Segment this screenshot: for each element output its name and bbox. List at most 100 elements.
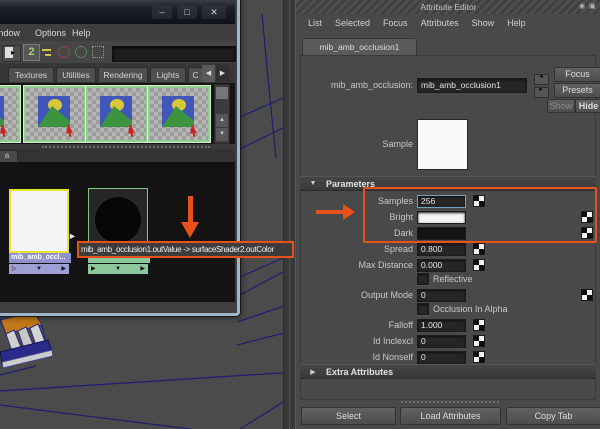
tab-mib-amb-occlusion1[interactable]: mib_amb_occlusion1 bbox=[302, 38, 417, 56]
menu-help[interactable]: Help bbox=[72, 28, 91, 38]
max-distance-map-icon[interactable] bbox=[473, 259, 485, 271]
scrollbar-thumb[interactable] bbox=[216, 87, 228, 99]
connection-arrow-icon[interactable]: ► bbox=[68, 231, 77, 241]
reflective-label: Reflective bbox=[433, 274, 473, 284]
texture-swatch[interactable] bbox=[0, 85, 21, 143]
tab-scroll-right-icon[interactable]: ▶ bbox=[216, 65, 229, 82]
menu-help[interactable]: Help bbox=[507, 18, 526, 28]
tab-lights[interactable]: Lights bbox=[150, 67, 186, 82]
param-row-max-distance: Max Distance bbox=[296, 258, 596, 272]
spread-input[interactable] bbox=[417, 242, 466, 256]
node-io-bar[interactable]: ▷ ▼ ▶ bbox=[9, 264, 69, 274]
dash-icon[interactable] bbox=[42, 49, 51, 51]
texture-swatch[interactable] bbox=[147, 85, 211, 143]
node-expand-icon[interactable]: ▼ bbox=[115, 264, 121, 274]
hypershade-titlebar[interactable] bbox=[0, 0, 235, 24]
annotation-highlight-rect bbox=[363, 187, 597, 243]
node-expand-icon[interactable]: ▼ bbox=[36, 264, 42, 274]
panel-menu-icon[interactable]: ◉ bbox=[579, 2, 585, 10]
node-output-icon[interactable]: ▶ bbox=[140, 264, 145, 274]
maya-application: – □ ✕ Window Options Help ▸ 2 Textures U… bbox=[0, 0, 600, 429]
id-nonself-map-icon[interactable] bbox=[473, 351, 485, 363]
occlusion-in-alpha-label: Occlusion In Alpha bbox=[433, 304, 508, 314]
attribute-editor-titlebar[interactable]: Attribute Editor bbox=[296, 0, 600, 14]
collapse-icon: ▼ bbox=[309, 180, 317, 187]
panel-detach-icon[interactable]: ▣ bbox=[589, 2, 596, 10]
param-row-output-mode: Output Mode bbox=[296, 288, 596, 302]
tab-scroll-left-icon[interactable]: ◀ bbox=[202, 65, 215, 82]
copy-tab-button[interactable]: Copy Tab bbox=[506, 407, 600, 425]
menu-options[interactable]: Options bbox=[35, 28, 66, 38]
menu-selected[interactable]: Selected bbox=[335, 18, 370, 28]
red-dotted-circle-icon[interactable] bbox=[57, 45, 71, 59]
param-row-id-nonself: Id Nonself bbox=[296, 350, 596, 364]
param-row-falloff: Falloff bbox=[296, 318, 596, 332]
tab-textures[interactable]: Textures bbox=[8, 67, 54, 82]
node-io-bar[interactable]: ▶ ▼ ▶ bbox=[88, 264, 148, 274]
param-row-id-inclexcl: Id Inclexcl bbox=[296, 334, 596, 348]
expand-icon: ▶ bbox=[310, 368, 316, 376]
input-connection-icon[interactable]: ◄ bbox=[534, 74, 549, 85]
green-dotted-circle-icon[interactable] bbox=[74, 45, 88, 59]
tab-cut-off[interactable]: C bbox=[188, 67, 203, 82]
menu-attributes[interactable]: Attributes bbox=[421, 18, 459, 28]
focus-button[interactable]: Focus bbox=[554, 67, 600, 82]
node-type-label: mib_amb_occlusion: bbox=[330, 80, 413, 90]
dash-icon-small bbox=[45, 54, 51, 56]
node-input-icon[interactable]: ▷ bbox=[12, 264, 17, 274]
id-inclexcl-map-icon[interactable] bbox=[473, 335, 485, 347]
show-button[interactable]: Show bbox=[547, 99, 575, 113]
menu-focus[interactable]: Focus bbox=[383, 18, 408, 28]
attribute-editor-menubar: List Selected Focus Attributes Show Help bbox=[296, 14, 600, 31]
scroll-up-icon[interactable]: ▲ bbox=[216, 114, 228, 127]
spread-map-icon[interactable] bbox=[473, 243, 485, 255]
output-mode-input[interactable] bbox=[417, 288, 466, 302]
node-input-icon[interactable]: ▶ bbox=[91, 264, 96, 274]
menu-list[interactable]: List bbox=[308, 18, 322, 28]
presets-button[interactable]: Presets bbox=[554, 83, 600, 98]
node-title-bar[interactable]: mib_amb_occl... bbox=[9, 253, 71, 263]
footer-resize-handle[interactable] bbox=[401, 401, 499, 403]
work-area-tabstrip bbox=[0, 149, 235, 162]
texture-swatch[interactable] bbox=[23, 85, 87, 143]
occlusion-in-alpha-checkbox[interactable] bbox=[417, 303, 429, 315]
menu-window[interactable]: Window bbox=[0, 28, 20, 38]
node-output-icon[interactable]: ▶ bbox=[61, 264, 66, 274]
scroll-down-icon[interactable]: ▼ bbox=[216, 128, 228, 141]
max-distance-input[interactable] bbox=[417, 258, 466, 272]
output-connection-icon[interactable]: ► bbox=[534, 87, 549, 98]
maximize-button[interactable]: □ bbox=[177, 6, 197, 19]
tab-rendering[interactable]: Rendering bbox=[98, 67, 148, 82]
menu-show[interactable]: Show bbox=[472, 18, 495, 28]
connection-status-tooltip: mib_amb_occlusion1.outValue -> surfaceSh… bbox=[77, 241, 294, 258]
id-nonself-input[interactable] bbox=[417, 350, 466, 364]
param-row-spread: Spread bbox=[296, 242, 596, 256]
load-attributes-button[interactable]: Load Attributes bbox=[400, 407, 501, 425]
select-button[interactable]: Select bbox=[301, 407, 396, 425]
falloff-map-icon[interactable] bbox=[473, 319, 485, 331]
tab-utilities[interactable]: Utilities bbox=[56, 67, 96, 82]
occlusion-sphere bbox=[95, 197, 141, 243]
bench-object bbox=[0, 311, 54, 369]
hide-button[interactable]: Hide bbox=[575, 99, 600, 113]
output-mode-map-icon[interactable] bbox=[581, 289, 593, 301]
reflective-checkbox[interactable] bbox=[417, 273, 429, 285]
pane-arrow-icon[interactable]: ▸ bbox=[2, 45, 21, 62]
two-pane-icon[interactable]: 2 bbox=[23, 44, 40, 61]
falloff-input[interactable] bbox=[417, 318, 466, 332]
annotation-arrow-right bbox=[316, 210, 343, 214]
node-name-row: mib_amb_occlusion: bbox=[296, 77, 596, 93]
gray-dotted-square-icon[interactable] bbox=[91, 45, 105, 59]
extra-attributes-section-header[interactable]: ▶ Extra Attributes bbox=[300, 364, 596, 379]
hypershade-filter-input[interactable] bbox=[112, 46, 236, 62]
annotation-arrow-down bbox=[188, 196, 193, 223]
texture-swatch[interactable] bbox=[85, 85, 149, 143]
node-name-input[interactable] bbox=[417, 77, 527, 93]
close-button[interactable]: ✕ bbox=[202, 6, 226, 19]
sample-swatch bbox=[417, 119, 468, 170]
id-inclexcl-input[interactable] bbox=[417, 334, 466, 348]
surface-shader-node-swatch[interactable] bbox=[9, 189, 69, 253]
swatch-scrollbar[interactable]: ▲ ▼ bbox=[214, 84, 230, 144]
minimize-button[interactable]: – bbox=[152, 6, 172, 19]
pane-resize-handle[interactable] bbox=[42, 146, 210, 148]
